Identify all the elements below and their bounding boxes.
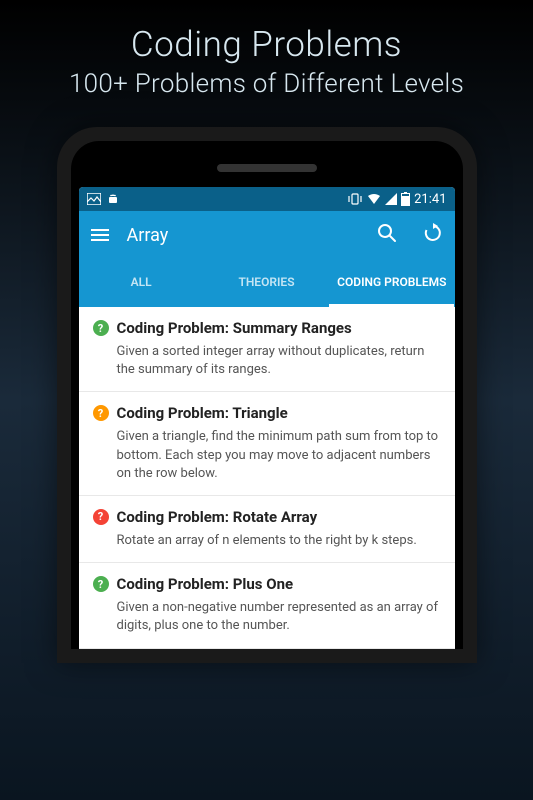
- promo-subtitle: 100+ Problems of Different Levels: [0, 65, 533, 99]
- picture-icon: [87, 193, 101, 205]
- difficulty-hard-icon: ?: [93, 509, 109, 525]
- list-item[interactable]: ? Coding Problem: Rotate Array Rotate an…: [79, 496, 455, 563]
- app-bar-title: Array: [127, 225, 359, 246]
- list-item[interactable]: ? Coding Problem: Plus One Given a non-n…: [79, 563, 455, 648]
- signal-icon: [385, 193, 397, 205]
- problem-description: Given a non-negative number represented …: [93, 599, 441, 635]
- status-time: 21:41: [414, 192, 446, 207]
- screen: 21:41 Array ALL THEORIES CODING PROBLEMS: [79, 187, 455, 649]
- problem-title: Coding Problem: Rotate Array: [117, 508, 318, 526]
- search-icon[interactable]: [377, 223, 397, 247]
- problem-title: Coding Problem: Plus One: [117, 575, 294, 593]
- difficulty-easy-icon: ?: [93, 576, 109, 592]
- promo-title: Coding Problems: [0, 0, 533, 65]
- problem-description: Given a triangle, find the minimum path …: [93, 428, 441, 483]
- list-item[interactable]: ? Coding Problem: Summary Ranges Given a…: [79, 307, 455, 392]
- tab-coding-problems[interactable]: CODING PROBLEMS: [329, 259, 454, 307]
- vibrate-icon: [347, 193, 363, 205]
- problem-title: Coding Problem: Triangle: [117, 404, 288, 422]
- tab-all[interactable]: ALL: [79, 259, 204, 307]
- problem-description: Given a sorted integer array without dup…: [93, 343, 441, 379]
- problems-list: ? Coding Problem: Summary Ranges Given a…: [79, 307, 455, 649]
- tabs: ALL THEORIES CODING PROBLEMS: [79, 259, 455, 307]
- phone-bezel: 21:41 Array ALL THEORIES CODING PROBLEMS: [71, 141, 463, 649]
- app-bar: Array: [79, 211, 455, 259]
- problem-description: Rotate an array of n elements to the rig…: [93, 532, 441, 550]
- speaker-area: [79, 149, 455, 187]
- battery-icon: [401, 192, 410, 206]
- speaker: [217, 164, 317, 172]
- problem-title: Coding Problem: Summary Ranges: [117, 319, 352, 337]
- tab-theories[interactable]: THEORIES: [204, 259, 329, 307]
- list-item[interactable]: ? Coding Problem: Triangle Given a trian…: [79, 392, 455, 496]
- difficulty-medium-icon: ?: [93, 405, 109, 421]
- wifi-icon: [367, 193, 381, 205]
- status-bar: 21:41: [79, 187, 455, 211]
- phone-frame: 21:41 Array ALL THEORIES CODING PROBLEMS: [57, 127, 477, 663]
- menu-icon[interactable]: [91, 229, 109, 241]
- difficulty-easy-icon: ?: [93, 320, 109, 336]
- refresh-icon[interactable]: [423, 223, 443, 247]
- android-icon: [107, 193, 119, 205]
